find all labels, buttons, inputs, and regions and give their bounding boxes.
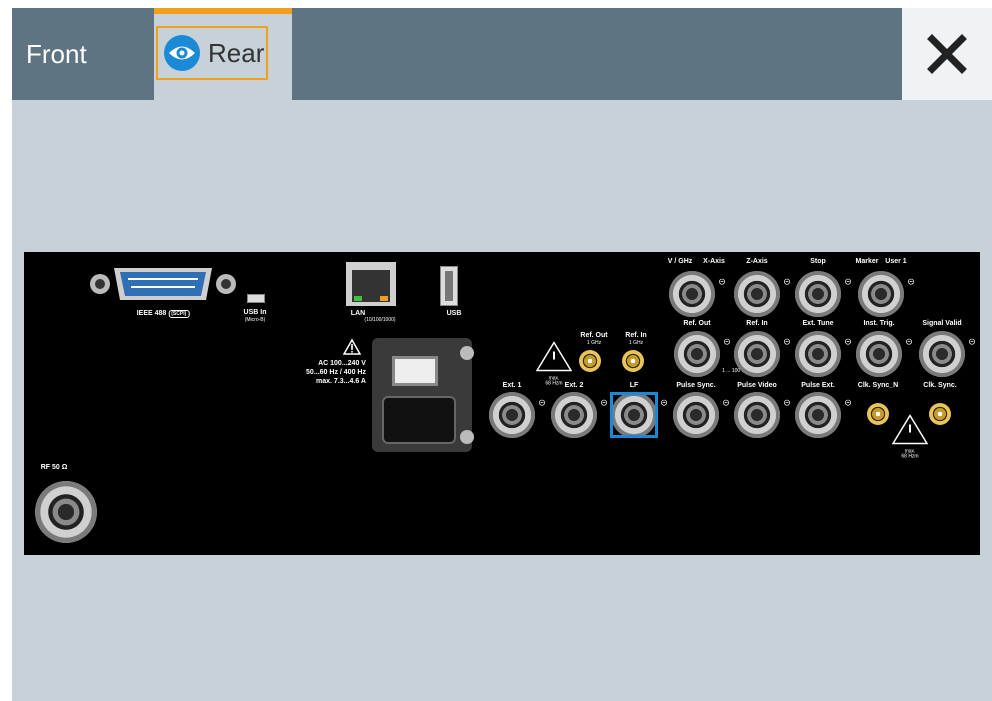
ref-out-sma-connector[interactable] [579, 350, 601, 372]
port-label-x-axis: X-Axis [703, 258, 725, 265]
usb-micro-port[interactable] [247, 294, 265, 303]
port-connector-pulse-sync[interactable] [673, 392, 719, 438]
port-connector-ref-in[interactable] [734, 331, 780, 377]
max-rating-warning-2: max. 68 Hzm [891, 414, 929, 460]
port-label-ref-in: Ref. In [746, 320, 768, 327]
tab-rear-focus-frame: Rear [156, 26, 268, 80]
port-connector-signal-valid[interactable] [919, 331, 965, 377]
port-label-clk-sync-n: Clk. Sync_N [857, 382, 899, 389]
port-connector-x-axis[interactable] [669, 271, 715, 317]
usb-a-port[interactable] [440, 266, 458, 306]
port-connector-z-axis[interactable] [734, 271, 780, 317]
signal-direction-icon: ⊝ [538, 397, 546, 408]
ieee488-label: IEEE 488 (SCPI) [137, 310, 190, 318]
lan-label: LAN [350, 310, 366, 317]
port-label-signal-valid: Signal Valid [922, 320, 962, 327]
tab-rear[interactable]: Rear [154, 8, 292, 100]
port-label-ext-2: Ext. 2 [564, 382, 584, 389]
signal-direction-icon: ⊝ [718, 276, 726, 287]
signal-direction-icon: ⊝ [660, 397, 668, 408]
rf-output-connector[interactable] [35, 481, 97, 543]
clk-sync-n-connector[interactable] [867, 403, 889, 425]
ieee488-connector[interactable] [88, 262, 238, 306]
port-label-v-ghz: V / GHz [667, 258, 693, 265]
port-label-ext-tune: Ext. Tune [802, 320, 834, 327]
signal-direction-icon: ⊝ [783, 397, 791, 408]
signal-direction-icon: ⊝ [600, 397, 608, 408]
signal-direction-icon: ⊝ [844, 276, 852, 287]
port-connector-inst-trig[interactable] [856, 331, 902, 377]
lf-selection-frame [610, 392, 658, 438]
port-label-clk-sync: Clk. Sync. [923, 382, 957, 389]
port-connector-stop[interactable] [795, 271, 841, 317]
signal-direction-icon: ⊝ [907, 276, 915, 287]
signal-direction-icon: ⊝ [968, 336, 976, 347]
lan-port[interactable] [346, 262, 396, 306]
ref-in-sma-connector[interactable] [622, 350, 644, 372]
tab-bar: Front Rear [12, 8, 992, 100]
max-rating-warning-1: max. 68 Hzm [535, 341, 573, 387]
signal-direction-icon: ⊝ [722, 397, 730, 408]
clk-sync-connector[interactable] [929, 403, 951, 425]
port-connector-user-1[interactable] [858, 271, 904, 317]
usb-in-label: USB In [243, 309, 267, 316]
rear-view-dialog: Front Rear IEEE 488 (SCPI) USB In (Micro… [12, 8, 992, 701]
lan-sub: (10/100/1000) [364, 317, 396, 323]
signal-direction-icon: ⊝ [844, 336, 852, 347]
port-label-ext-1: Ext. 1 [502, 382, 522, 389]
port-connector-ref-out[interactable] [674, 331, 720, 377]
port-label-user-1: User 1 [885, 258, 907, 265]
usb-in-sub: (Micro-B) [244, 317, 266, 323]
port-label-ref-out: Ref. Out [683, 320, 711, 327]
tab-front-label: Front [26, 38, 87, 69]
eye-icon [164, 35, 200, 71]
signal-direction-icon: ⊝ [783, 276, 791, 287]
port-connector-pulse-ext[interactable] [795, 392, 841, 438]
port-label-marker: Marker [855, 258, 879, 265]
port-label-inst-trig: Inst. Trig. [863, 320, 895, 327]
usb-label: USB [446, 310, 462, 317]
port-label-pulse-ext: Pulse Ext. [801, 382, 835, 389]
instrument-rear-panel: IEEE 488 (SCPI) USB In (Micro-B) LAN (10… [24, 252, 980, 555]
power-switch[interactable] [392, 356, 438, 386]
rf-label: RF 50 Ω [40, 464, 68, 471]
ref-in-sma-label: Ref. In [625, 332, 647, 339]
close-icon [927, 34, 967, 74]
signal-direction-icon: ⊝ [844, 397, 852, 408]
port-label-pulse-sync: Pulse Sync. [676, 382, 716, 389]
power-rating: AC 100...240 V 50...60 Hz / 400 Hz max. … [306, 360, 366, 386]
port-connector-ext-tune[interactable] [795, 331, 841, 377]
port-label-stop: Stop [810, 258, 826, 265]
close-button[interactable] [902, 8, 992, 100]
ref-in-sma-sub: 1 GHz [628, 340, 644, 346]
ref-out-sma-label: Ref. Out [580, 332, 608, 339]
port-label-lf: LF [629, 382, 639, 389]
ref-out-sma-sub: 1 GHz [586, 340, 602, 346]
tab-front[interactable]: Front [12, 8, 152, 100]
port-label-pulse-video: Pulse Video [737, 382, 777, 389]
port-label-z-axis: Z-Axis [746, 258, 768, 265]
signal-direction-icon: ⊝ [905, 336, 913, 347]
port-connector-ext-2[interactable] [551, 392, 597, 438]
warning-icon [343, 339, 361, 355]
port-connector-ext-1[interactable] [489, 392, 535, 438]
tab-rear-label: Rear [208, 37, 265, 68]
power-inlet [372, 338, 474, 452]
signal-direction-icon: ⊝ [723, 336, 731, 347]
signal-direction-icon: ⊝ [783, 336, 791, 347]
port-connector-pulse-video[interactable] [734, 392, 780, 438]
